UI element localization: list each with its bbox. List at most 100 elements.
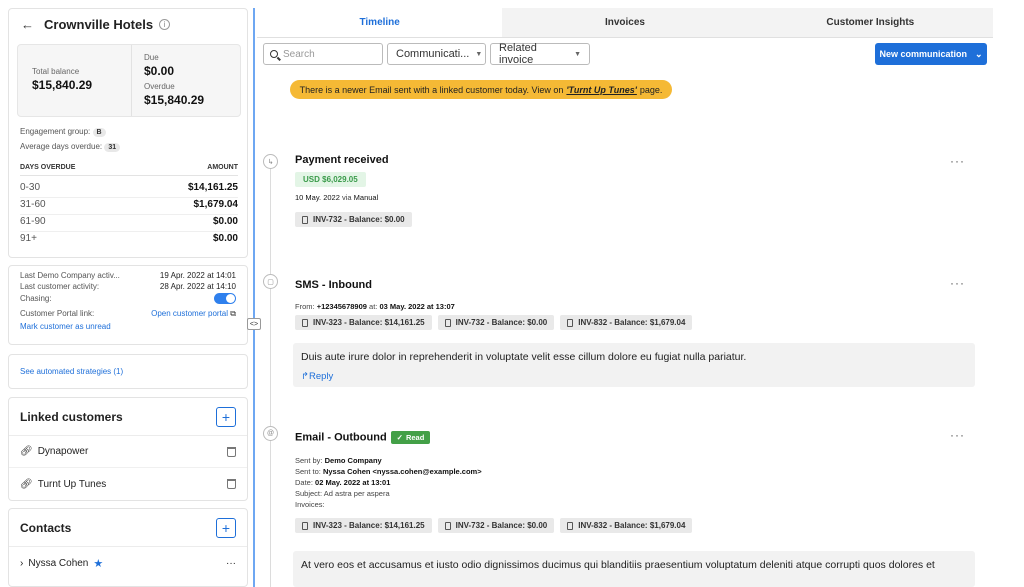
copy-icon[interactable]: ⧉ [230, 309, 236, 318]
invoice-chip-label: INV-323 - Balance: $14,161.25 [313, 521, 425, 530]
timeline-panel: Timeline Invoices Customer Insights Sear… [257, 8, 993, 587]
contact-name: Nyssa Cohen [28, 557, 89, 569]
tab-customer-insights[interactable]: Customer Insights [748, 8, 993, 37]
add-linked-customer-button[interactable]: + [216, 406, 236, 427]
search-icon [270, 50, 278, 58]
sms-body: Duis aute irure dolor in reprehenderit i… [301, 351, 747, 363]
subject-value: Ad astra per aspera [323, 489, 390, 498]
payment-via-value: Manual [353, 193, 379, 202]
document-icon [567, 521, 574, 530]
aging-range: 0-30 [20, 182, 41, 193]
document-icon [302, 318, 308, 327]
invoice-chip[interactable]: INV-732 - Balance: $0.00 [295, 212, 412, 227]
tab-timeline[interactable]: Timeline [257, 8, 503, 37]
total-balance-label: Total balance [32, 67, 80, 76]
check-icon: ✓ [396, 433, 403, 442]
linked-customer-name: Dynapower [37, 446, 89, 457]
arrow-left-icon[interactable]: ← [21, 17, 34, 32]
read-badge: ✓ Read [390, 431, 431, 444]
average-days-overdue: Average days overdue: 31 [20, 142, 121, 152]
trash-icon[interactable] [227, 479, 236, 489]
tabs-bar: Timeline Invoices Customer Insights [257, 8, 993, 38]
sms-from-value: +12345678909 [316, 302, 367, 311]
sms-at-value: 03 May. 2022 at 13:07 [379, 302, 455, 311]
open-customer-portal-link[interactable]: Open customer portal ⧉ [151, 306, 236, 321]
invoice-chip[interactable]: INV-832 - Balance: $1,679.04 [560, 315, 693, 330]
read-badge-label: Read [405, 433, 425, 442]
new-communication-button[interactable]: New communication ⌄ [875, 43, 987, 65]
more-icon[interactable]: ··· [950, 428, 965, 442]
contacts-title: Contacts [20, 520, 72, 535]
balance-box: Total balance $15,840.29 Due $0.00 Overd… [17, 44, 241, 117]
invoice-chip[interactable]: INV-323 - Balance: $14,161.25 [295, 518, 432, 533]
filters-bar: Search Communicati... ▼ Related invoice … [263, 42, 590, 66]
panel-divider[interactable] [253, 8, 255, 587]
notice-text: There is a newer Email sent with a linke… [299, 84, 564, 95]
aging-range: 61-90 [20, 216, 46, 227]
notice-link[interactable]: 'Turnt Up Tunes' [566, 85, 636, 95]
invoice-chips: INV-732 - Balance: $0.00 [295, 212, 412, 227]
new-communication-label: New communication [879, 49, 967, 59]
subject-label: Subject: [295, 489, 323, 498]
email-title-row: Email - Outbound ✓ Read [295, 431, 431, 444]
due-value: $0.00 [144, 64, 175, 78]
newer-email-notice: There is a newer Email sent with a linke… [290, 80, 672, 99]
related-invoice-filter-value: Related invoice [499, 42, 537, 66]
event-title: SMS - Inbound [295, 279, 372, 291]
add-contact-button[interactable]: + [216, 517, 236, 538]
sent-by-value: Demo Company [324, 456, 382, 465]
linked-customer-name: Turnt Up Tunes [37, 478, 107, 490]
aging-header: DAYS OVERDUE AMOUNT [20, 164, 238, 176]
total-balance-value: $15,840.29 [32, 78, 93, 92]
reply-icon: ↱ [301, 371, 309, 382]
at-sign-icon: @ [263, 426, 278, 441]
more-icon[interactable]: ··· [950, 154, 965, 168]
document-icon [444, 521, 451, 530]
linked-customer-item[interactable]: 🔗︎ Turnt Up Tunes [9, 468, 247, 500]
contact-item[interactable]: › Nyssa Cohen ★ ··· [9, 547, 247, 579]
tab-invoices[interactable]: Invoices [502, 8, 747, 37]
automated-strategies-link[interactable]: See automated strategies (1) [20, 367, 123, 376]
invoice-chip-label: INV-832 - Balance: $1,679.04 [578, 521, 686, 530]
chevron-right-icon[interactable]: › [20, 558, 23, 569]
last-company-activity-label: Last Demo Company activ... [20, 271, 120, 280]
customer-name: Crownville Hotels [44, 16, 154, 32]
info-icon[interactable]: i [159, 18, 171, 30]
date-label: Date: [295, 478, 313, 487]
sent-by-label: Sent by: [295, 456, 323, 465]
average-days-pill: 31 [104, 143, 121, 152]
communication-filter[interactable]: Communicati... ▼ [387, 43, 486, 65]
linked-customers-card: Linked customers + 🔗︎ Dynapower 🔗︎ Turnt U… [8, 397, 248, 501]
communication-filter-value: Communicati... [396, 48, 470, 60]
last-customer-activity-label: Last customer activity: [20, 282, 100, 291]
reply-button[interactable]: ↱Reply [301, 371, 967, 382]
contacts-header: Contacts + [9, 509, 247, 547]
amount-header: AMOUNT [207, 164, 238, 171]
related-invoice-filter[interactable]: Related invoice ▼ [490, 42, 590, 66]
sms-from-label: From: [295, 302, 315, 311]
caret-down-icon: ▼ [574, 50, 581, 58]
search-input[interactable]: Search [263, 43, 383, 65]
more-icon[interactable]: ··· [950, 276, 965, 290]
payment-meta: 10 May. 2022 via Manual [295, 193, 378, 202]
chasing-toggle[interactable] [214, 293, 236, 304]
invoice-chip[interactable]: INV-732 - Balance: $0.00 [437, 315, 555, 330]
overdue-value: $15,840.29 [144, 93, 205, 107]
more-icon[interactable]: ··· [226, 558, 236, 569]
date-value: 02 May. 2022 at 13:01 [315, 478, 391, 487]
aging-range: 31-60 [20, 199, 46, 210]
email-message-box: At vero eos et accusamus et iusto odio d… [293, 551, 975, 587]
invoice-chip[interactable]: INV-323 - Balance: $14,161.25 [295, 315, 432, 330]
email-body: At vero eos et accusamus et iusto odio d… [301, 559, 935, 571]
invoice-chips: INV-323 - Balance: $14,161.25 INV-732 - … [295, 315, 693, 330]
linked-customer-item[interactable]: 🔗︎ Dynapower [9, 436, 247, 468]
star-icon: ★ [93, 557, 104, 570]
timeline-line [270, 158, 271, 587]
link-icon: 🔗︎ [20, 446, 33, 457]
invoice-chip[interactable]: INV-732 - Balance: $0.00 [437, 518, 555, 533]
mark-unread-link[interactable]: Mark customer as unread [20, 321, 236, 332]
invoice-chip[interactable]: INV-832 - Balance: $1,679.04 [560, 518, 693, 533]
trash-icon[interactable] [227, 446, 236, 457]
invoice-chip-label: INV-732 - Balance: $0.00 [455, 521, 548, 530]
sent-to-value: Nyssa Cohen <nyssa.cohen@example.com> [322, 467, 482, 476]
